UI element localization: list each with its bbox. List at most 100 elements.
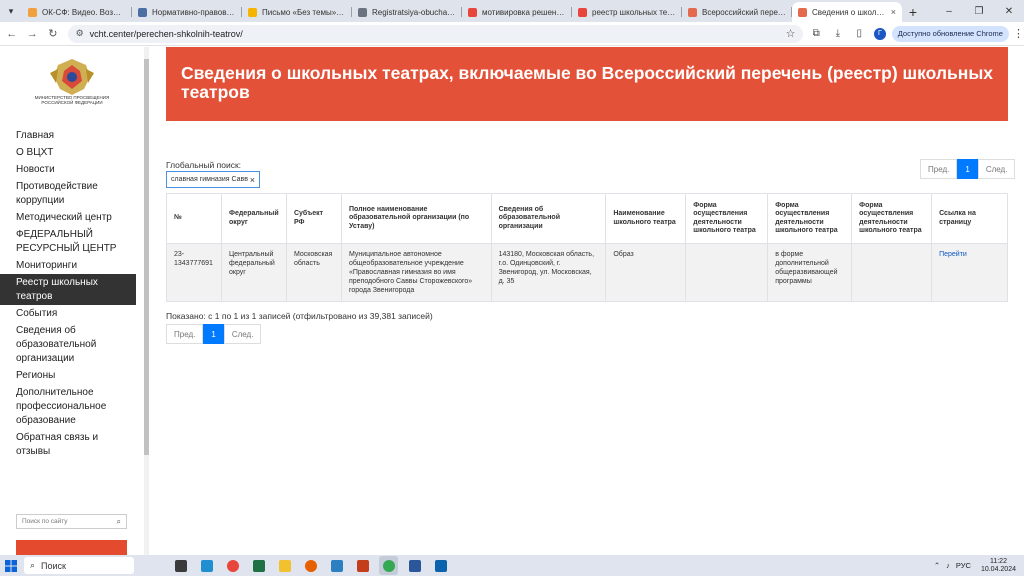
sidebar-item[interactable]: Новости <box>0 161 136 178</box>
firefox-icon[interactable] <box>301 556 320 575</box>
browser-tab[interactable]: Registratsiya-obuchayush <box>352 2 462 22</box>
sidebar-item[interactable]: События <box>0 305 136 322</box>
language-indicator[interactable]: РУС <box>956 561 971 570</box>
next-page-button[interactable]: След. <box>223 324 262 344</box>
column-header[interactable]: № <box>166 193 222 244</box>
close-window-icon[interactable]: ✕ <box>994 0 1024 22</box>
table-cell: 143180, Московская область, г.о. Одинцов… <box>490 243 607 302</box>
browser-tab[interactable]: реестр школьных театр <box>572 2 682 22</box>
minimize-icon[interactable]: – <box>934 0 964 22</box>
excel-icon[interactable] <box>249 556 268 575</box>
column-header[interactable]: Форма осуществления деятельности школьно… <box>685 193 769 244</box>
prev-page-button[interactable]: Пред. <box>920 159 958 179</box>
column-header[interactable]: Полное наименование образовательной орга… <box>340 193 492 244</box>
volume-icon[interactable]: ♪ <box>946 561 950 570</box>
profile-avatar[interactable]: Г <box>874 27 886 40</box>
update-chrome-button[interactable]: Доступно обновление Chrome <box>891 25 1009 42</box>
tab-title: Всероссийский перечень <box>702 7 786 17</box>
column-header[interactable]: Форма осуществления деятельности школьно… <box>767 193 853 244</box>
system-tray: ⌃ ♪ РУС 11:22 10.04.2024 <box>928 558 1024 574</box>
maximize-icon[interactable]: ❐ <box>964 0 994 22</box>
extensions-icon[interactable]: ⧉ <box>807 25 825 43</box>
taskbar: ⌕ Поиск ⌃ ♪ РУС 11:22 10.04.2024 <box>0 555 1024 576</box>
tab-search-icon[interactable]: ▾ <box>4 4 18 18</box>
site-search-input[interactable]: Поиск по сайту ⌕ <box>16 514 127 529</box>
sidebar-item[interactable]: Реестр школьных театров <box>0 274 136 305</box>
column-header[interactable]: Субъект РФ <box>285 193 342 244</box>
edge-icon[interactable] <box>197 556 216 575</box>
chrome-icon[interactable] <box>379 556 398 575</box>
page-1-button[interactable]: 1 <box>957 159 978 179</box>
browser-menu-icon[interactable]: ⋮ <box>1013 27 1024 40</box>
table-row: 23-1343777691 Центральный федеральный окр… <box>166 243 1008 302</box>
table-cell <box>851 243 933 302</box>
browser-tab[interactable]: Всероссийский перечень <box>682 2 792 22</box>
download-icon[interactable]: ⤓ <box>829 25 847 43</box>
prev-page-button[interactable]: Пред. <box>166 324 204 344</box>
next-page-button[interactable]: След. <box>977 159 1016 179</box>
browser-tab[interactable]: ОК-СФ: Видео. Возможн <box>22 2 132 22</box>
url-text: vcht.center/perechen-shkolnih-teatrov/ <box>89 28 243 39</box>
sidebar-item[interactable]: Сведения об образовательной организации <box>0 322 136 367</box>
tab-title: Registratsiya-obuchayush <box>372 7 456 17</box>
table-cell <box>685 243 769 302</box>
sidebar-item[interactable]: Методический центр <box>0 209 136 226</box>
open-page-link[interactable]: Перейти <box>939 251 967 258</box>
browser-tab[interactable]: Письмо «Без темы» — <box>242 2 352 22</box>
global-search-value: славная гимназия Савв <box>171 176 248 183</box>
browser-toolbar: ← → ↻ ⚙ vcht.center/perechen-shkolnih-te… <box>0 22 1024 46</box>
show-hidden-icons-icon[interactable]: ⌃ <box>934 561 940 570</box>
tab-title: реестр школьных театр <box>592 7 676 17</box>
clock-time: 11:22 <box>989 557 1007 565</box>
side-panel-icon[interactable]: ▯ <box>851 25 869 43</box>
browser-tab[interactable]: мотивировка решения с <box>462 2 572 22</box>
scrollbar-thumb[interactable] <box>144 59 149 455</box>
sidebar-item[interactable]: Противодействие коррупции <box>0 178 136 209</box>
sidebar-item[interactable]: ФЕДЕРАЛЬНЫЙ РЕСУРСНЫЙ ЦЕНТР <box>0 226 136 257</box>
outlook-icon[interactable] <box>431 556 450 575</box>
address-bar[interactable]: ⚙ vcht.center/perechen-shkolnih-teatrov/… <box>67 24 804 43</box>
close-tab-icon[interactable]: × <box>891 7 896 17</box>
site-search-placeholder: Поиск по сайту <box>22 518 68 525</box>
back-icon[interactable]: ← <box>3 25 21 43</box>
windows-start-icon[interactable] <box>0 555 22 576</box>
new-tab-button[interactable]: + <box>902 2 924 22</box>
taskbar-search[interactable]: ⌕ Поиск <box>24 557 134 574</box>
page-1-button[interactable]: 1 <box>203 324 224 344</box>
photos-icon[interactable] <box>327 556 346 575</box>
column-header[interactable]: Ссылка на страницу <box>931 193 1008 244</box>
yandex-icon[interactable] <box>223 556 242 575</box>
sidebar-item[interactable]: Мониторинги <box>0 257 136 274</box>
column-header[interactable]: Федеральный округ <box>220 193 287 244</box>
sidebar-item[interactable]: Регионы <box>0 367 136 384</box>
clear-search-icon[interactable]: × <box>250 175 255 185</box>
browser-tab[interactable]: Сведения о школьных т × <box>792 2 902 22</box>
clock[interactable]: 11:22 10.04.2024 <box>981 558 1016 574</box>
column-header[interactable]: Сведения об образовательной организации <box>490 193 607 244</box>
taskbar-apps <box>164 556 450 575</box>
tab-favicon-icon <box>358 7 367 17</box>
tab-favicon-icon <box>468 7 477 17</box>
column-header[interactable]: Наименование школьного театра <box>605 193 687 244</box>
search-icon: ⌕ <box>30 560 36 570</box>
sidebar-item[interactable]: Обратная связь и отзывы <box>0 429 136 460</box>
sidebar-scrollbar[interactable] <box>144 47 149 555</box>
reload-icon[interactable]: ↻ <box>44 25 62 43</box>
table-cell: 23-1343777691 <box>166 243 222 302</box>
word-icon[interactable] <box>405 556 424 575</box>
search-icon[interactable]: ⌕ <box>117 517 121 527</box>
powerpoint-icon[interactable] <box>353 556 372 575</box>
site-info-icon[interactable]: ⚙ <box>76 28 84 39</box>
browser-tab[interactable]: Нормативно-правовое о <box>132 2 242 22</box>
explorer-icon[interactable] <box>275 556 294 575</box>
sidebar-item[interactable]: Главная <box>0 127 136 144</box>
forward-icon[interactable]: → <box>24 25 42 43</box>
bookmark-star-icon[interactable]: ☆ <box>786 27 796 40</box>
sidebar-item[interactable]: Дополнительное профессиональное образова… <box>0 384 136 429</box>
column-header[interactable]: Форма осуществления деятельности школьно… <box>851 193 933 244</box>
taskbar-search-label: Поиск <box>41 560 66 571</box>
task-view-icon[interactable] <box>171 556 190 575</box>
global-search-input[interactable]: славная гимназия Савв × <box>166 171 260 188</box>
sidebar-item[interactable]: О ВЦХТ <box>0 144 136 161</box>
sidebar-action-button[interactable] <box>16 540 127 555</box>
